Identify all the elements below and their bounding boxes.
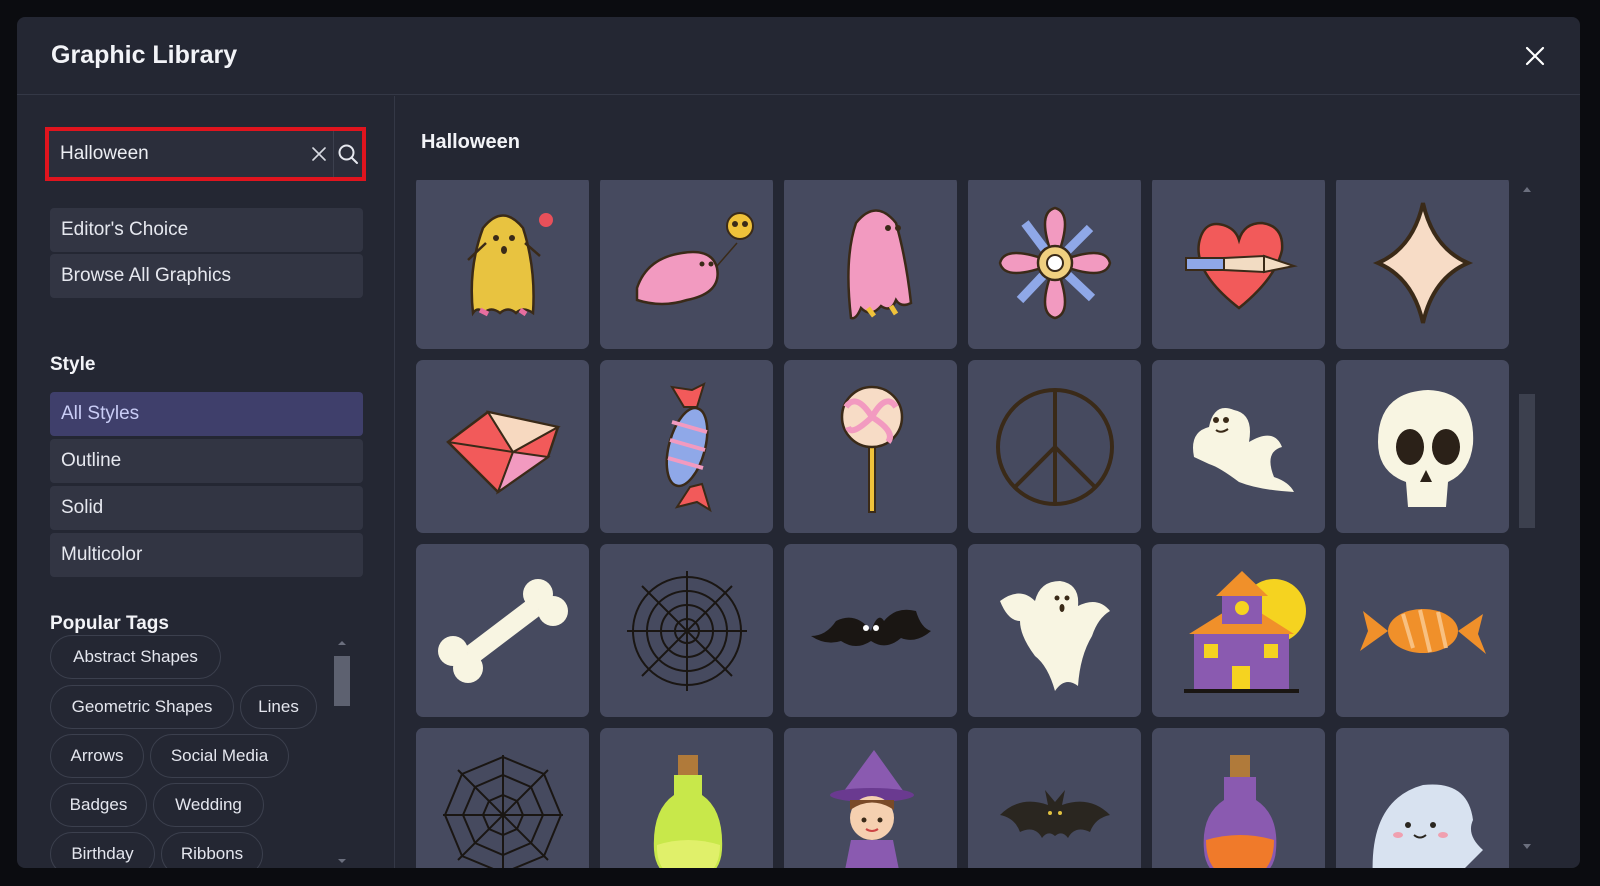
flower-icon [998,206,1111,319]
potion-bottle-icon [653,754,722,868]
graphic-tile[interactable] [600,180,773,349]
tag-birthday[interactable]: Birthday [50,832,155,868]
graphic-tile[interactable] [968,180,1141,349]
clear-icon [312,147,326,161]
results-panel: Halloween [396,96,1580,868]
tag-geometric-shapes[interactable]: Geometric Shapes [50,685,234,729]
graphic-tile[interactable] [416,360,589,533]
modal-title: Graphic Library [51,41,238,69]
tag-wedding[interactable]: Wedding [153,783,264,827]
style-heading: Style [50,354,96,375]
gem-icon [445,410,561,495]
peace-icon [995,387,1114,506]
ghost-icon [1192,407,1294,492]
bat-icon [999,789,1110,838]
graphic-tile[interactable] [784,544,957,717]
graphic-tile[interactable] [968,360,1141,533]
style-option-solid[interactable]: Solid [50,486,363,530]
graphic-tile[interactable] [416,180,589,349]
ghost-icon [999,580,1110,691]
clear-search-button[interactable] [305,131,333,177]
graphic-tile[interactable] [784,180,957,349]
popular-tags-heading: Popular Tags [50,613,169,634]
graphic-tile[interactable] [416,544,589,717]
tag-abstract-shapes[interactable]: Abstract Shapes [50,635,221,679]
modal-header: Graphic Library [17,17,1580,95]
editors-choice-button[interactable]: Editor's Choice [50,208,363,252]
candy-icon [1359,608,1486,654]
skull-icon [1377,389,1473,507]
style-option-outline[interactable]: Outline [50,439,363,483]
lollipop-icon [840,385,903,513]
sparkle-icon [1372,202,1473,323]
graphic-tile[interactable] [1336,360,1509,533]
graphic-tile[interactable] [1336,544,1509,717]
spider-web-icon [626,570,747,691]
candy-icon [665,381,712,512]
ghost-icon [1372,783,1483,868]
tags-scrollbar[interactable] [333,638,351,867]
graphic-tile[interactable] [416,728,589,868]
results-scrollbar[interactable] [1517,180,1537,856]
heart-knife-icon [1184,221,1298,310]
graphic-tile[interactable] [1336,728,1509,868]
sidebar: Editor's Choice Browse All Graphics Styl… [17,96,395,868]
style-option-all-styles[interactable]: All Styles [50,392,363,436]
results-title: Halloween [421,131,520,153]
spider-web-icon [442,754,563,868]
potion-bottle-icon [1203,754,1276,868]
search-box [45,127,366,181]
tag-arrows[interactable]: Arrows [50,734,144,778]
graphic-tile[interactable] [1336,180,1509,349]
popular-tags-list: Abstract Shapes Geometric Shapes Lines A… [50,635,350,868]
tag-social-media[interactable]: Social Media [150,734,289,778]
style-option-multicolor[interactable]: Multicolor [50,533,363,577]
graphic-tile[interactable] [968,544,1141,717]
graphics-grid [416,180,1514,868]
graphic-tile[interactable] [784,728,957,868]
close-icon [1525,46,1545,66]
tag-lines[interactable]: Lines [240,685,317,729]
search-button[interactable] [332,131,362,177]
pink-ghost-icon [846,208,912,320]
flying-ghost-icon [635,211,754,305]
search-icon [338,144,358,164]
graphic-tile[interactable] [600,544,773,717]
bat-icon [810,609,931,646]
tag-badges[interactable]: Badges [50,783,147,827]
search-input[interactable] [49,131,305,177]
graphic-library-modal: Graphic Library Editor's Choice Browse A… [17,17,1580,868]
ghost-icon [466,212,553,316]
witch-icon [829,749,914,868]
graphic-tile[interactable] [1152,180,1325,349]
graphic-tile[interactable] [968,728,1141,868]
graphic-tile[interactable] [600,360,773,533]
tag-ribbons[interactable]: Ribbons [161,832,263,868]
graphic-tile[interactable] [1152,360,1325,533]
haunted-house-icon [1183,570,1306,693]
browse-all-graphics-button[interactable]: Browse All Graphics [50,254,363,298]
bone-icon [437,578,568,683]
graphic-tile[interactable] [1152,728,1325,868]
graphic-tile[interactable] [1152,544,1325,717]
close-button[interactable] [1518,39,1552,73]
graphic-tile[interactable] [600,728,773,868]
graphic-tile[interactable] [784,360,957,533]
